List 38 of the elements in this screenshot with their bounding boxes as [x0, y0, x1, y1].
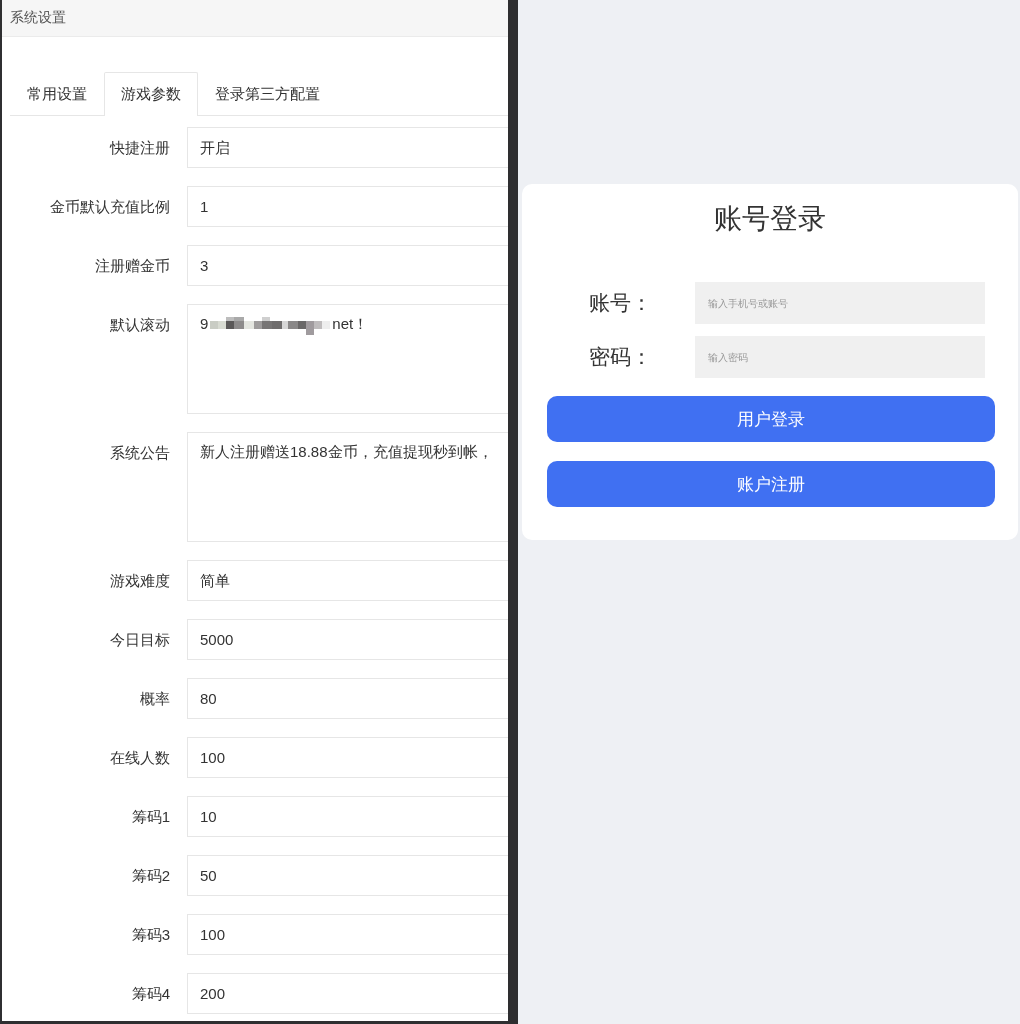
field-label: 筹码3 — [131, 924, 170, 945]
field-label: 系统公告 — [110, 442, 170, 463]
field-label: 金币默认充值比例 — [50, 196, 170, 217]
input-field[interactable]: 简单 — [187, 560, 508, 601]
input-field[interactable]: 10 — [187, 796, 508, 837]
tab[interactable]: 登录第三方配置 — [198, 72, 337, 116]
textarea-field[interactable]: 9 net！ — [187, 304, 508, 414]
field-label: 游戏难度 — [110, 570, 170, 591]
input-field[interactable]: 1 — [187, 186, 508, 227]
login-title: 账号登录 — [714, 202, 826, 236]
field-label: 默认滚动 — [110, 314, 170, 335]
field-label: 筹码1 — [131, 806, 170, 827]
input-field[interactable]: 50 — [187, 855, 508, 896]
field-label: 注册赠金币 — [95, 255, 170, 276]
field-text: net！ — [332, 314, 369, 334]
field-label: 密码： — [589, 344, 652, 370]
input-field[interactable]: 3 — [187, 245, 508, 286]
field-label: 筹码4 — [131, 983, 170, 1004]
field-label: 概率 — [140, 688, 170, 709]
tab[interactable]: 游戏参数 — [104, 72, 198, 116]
field-label: 筹码2 — [131, 865, 170, 886]
input-field[interactable]: 100 — [187, 737, 508, 778]
input-field[interactable]: 开启 — [187, 127, 508, 168]
field-label: 账号： — [589, 290, 652, 316]
submit-button[interactable]: 用户登录 — [547, 396, 995, 442]
text-input[interactable]: 输入密码 — [695, 336, 985, 378]
field-label: 快捷注册 — [110, 137, 170, 158]
input-field[interactable]: 5000 — [187, 619, 508, 660]
text-input[interactable]: 输入手机号或账号 — [695, 282, 985, 324]
input-field[interactable]: 100 — [187, 914, 508, 955]
field-label: 在线人数 — [110, 747, 170, 768]
field-text: 9 — [200, 314, 209, 334]
submit-button[interactable]: 账户注册 — [547, 461, 995, 507]
input-field[interactable]: 200 — [187, 973, 508, 1014]
panel-title: 系统设置 — [10, 9, 66, 27]
tab[interactable]: 常用设置 — [10, 72, 104, 116]
input-field[interactable]: 80 — [187, 678, 508, 719]
field-label: 今日目标 — [110, 629, 170, 650]
